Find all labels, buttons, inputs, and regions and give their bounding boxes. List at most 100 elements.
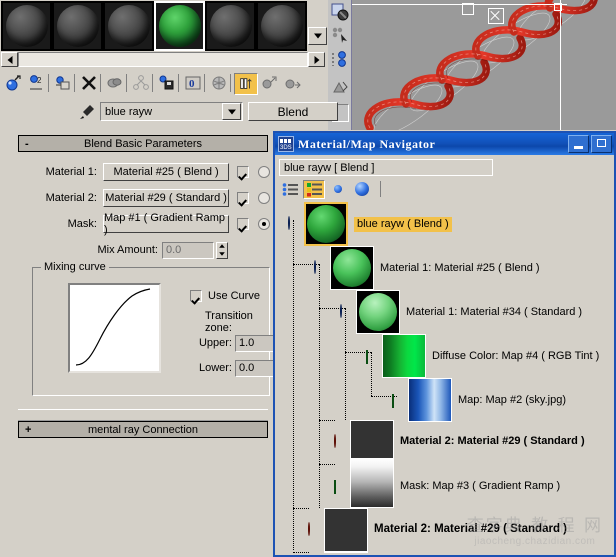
tree-item-label[interactable]: Material 2: Material #29 ( Standard ) — [400, 435, 585, 448]
tree-item-label[interactable]: Mask: Map #3 ( Gradient Ramp ) — [400, 480, 560, 493]
tree-item-label[interactable]: blue rayw ( Blend ) — [354, 217, 452, 232]
spinner-up-icon[interactable] — [219, 244, 225, 249]
mask-checkbox[interactable] — [237, 218, 250, 230]
navigator-title-bar[interactable]: 3DS Material/Map Navigator — [275, 133, 614, 155]
sample-slot-3[interactable] — [103, 1, 154, 51]
sample-slot-row[interactable] — [1, 1, 307, 51]
navigator-tree[interactable]: blue rayw ( Blend ) Material 1: Material… — [278, 202, 611, 553]
delete-material-icon[interactable] — [78, 73, 100, 93]
show-map-in-viewport-icon[interactable] — [208, 73, 230, 93]
rollout-toggle-icon[interactable]: + — [25, 424, 31, 436]
tree-item-label[interactable]: Material 1: Material #34 ( Standard ) — [406, 306, 582, 319]
rollout-mental-ray-connection[interactable]: + mental ray Connection — [18, 421, 268, 438]
mask-button[interactable]: Map #1 ( Gradient Ramp ) — [102, 212, 230, 236]
tree-row[interactable]: Material 2: Material #29 ( Standard ) — [278, 508, 611, 552]
viewport[interactable] — [328, 0, 616, 130]
mix-amount-spinner[interactable] — [216, 241, 228, 259]
scrollbar-track[interactable] — [18, 52, 308, 67]
sample-slot-6[interactable] — [256, 1, 307, 51]
go-forward-to-sibling-icon[interactable] — [282, 73, 304, 93]
view-small-icons-icon[interactable] — [327, 180, 349, 199]
material-node-icon-blue[interactable] — [340, 304, 353, 318]
tree-row[interactable]: Material 1: Material #34 ( Standard ) — [278, 290, 611, 334]
show-end-result-icon[interactable] — [234, 73, 258, 95]
slots-horizontal-scrollbar[interactable] — [1, 52, 325, 67]
upper-field[interactable]: 1.0 — [235, 334, 275, 352]
tree-item-label[interactable]: Material 2: Material #29 ( Standard ) — [374, 523, 567, 536]
map-node-icon-green[interactable] — [334, 480, 347, 494]
material-node-icon-red[interactable] — [334, 434, 347, 448]
rollout-blend-basic-parameters[interactable]: - Blend Basic Parameters — [18, 135, 268, 152]
align-icon[interactable] — [331, 50, 349, 68]
sample-slot-4-active[interactable] — [154, 1, 205, 51]
assign-to-selection-icon[interactable]: 2 — [26, 73, 48, 93]
material-swatch[interactable] — [324, 508, 368, 552]
mixing-curve-graph[interactable] — [68, 283, 161, 373]
get-material-icon[interactable] — [2, 73, 24, 93]
view-list-icons-icon[interactable] — [303, 179, 325, 199]
scroll-right-button[interactable] — [308, 52, 325, 67]
material-effects-channel-icon[interactable]: 0 — [182, 73, 204, 93]
tree-row[interactable]: Material 2: Material #29 ( Standard ) — [278, 420, 611, 464]
tree-item-label[interactable]: Diffuse Color: Map #4 ( RGB Tint ) — [432, 350, 599, 363]
material-1-button[interactable]: Material #25 ( Blend ) — [102, 163, 230, 181]
maximize-button[interactable] — [591, 135, 612, 153]
material-node-icon-blue[interactable] — [314, 260, 327, 274]
sample-slot-2[interactable] — [52, 1, 103, 51]
map-node-icon-green[interactable] — [392, 394, 405, 408]
material-2-button[interactable]: Material #29 ( Standard ) — [102, 189, 230, 207]
use-curve-checkbox[interactable] — [190, 290, 202, 302]
map-swatch[interactable] — [350, 458, 394, 508]
navigator-toolbar[interactable] — [279, 179, 610, 199]
mirror-icon[interactable] — [331, 78, 349, 96]
select-object-icon[interactable] — [331, 3, 349, 21]
map-node-icon-green[interactable] — [366, 350, 379, 364]
material-editor-toolbar[interactable]: 2 0 — [0, 70, 328, 96]
view-large-icons-icon[interactable] — [351, 180, 373, 199]
material-map-navigator-window[interactable]: 3DS Material/Map Navigator blue rayw [ B… — [273, 131, 616, 557]
material-1-checkbox[interactable] — [237, 166, 250, 178]
tree-row[interactable]: Mask: Map #3 ( Gradient Ramp ) — [278, 458, 611, 508]
put-to-library-icon[interactable] — [156, 73, 178, 93]
reset-map-icon[interactable] — [52, 73, 74, 93]
tree-row[interactable]: Mask: Map #1 ( Gradient Ramp ) — [278, 552, 611, 553]
material-swatch[interactable] — [356, 290, 400, 334]
lower-field[interactable]: 0.0 — [235, 359, 275, 377]
material-2-radio[interactable] — [258, 192, 271, 204]
map-swatch[interactable] — [408, 378, 452, 422]
tree-row[interactable]: Map: Map #2 (sky.jpg) — [278, 378, 611, 422]
scroll-left-button[interactable] — [1, 52, 18, 67]
material-1-radio[interactable] — [258, 166, 271, 178]
sample-slot-1[interactable] — [1, 1, 52, 51]
chevron-down-icon[interactable] — [222, 103, 241, 120]
make-material-copy-icon[interactable] — [104, 73, 126, 93]
map-swatch[interactable] — [382, 334, 426, 378]
mix-amount-field[interactable]: 0.0 — [162, 241, 214, 259]
minimize-button[interactable] — [568, 135, 589, 153]
tree-row[interactable]: Diffuse Color: Map #4 ( RGB Tint ) — [278, 334, 611, 378]
material-2-checkbox[interactable] — [237, 192, 250, 204]
slots-vertical-scrollbar[interactable] — [308, 1, 327, 51]
material-node-icon-red[interactable] — [308, 522, 321, 536]
tree-row[interactable]: Material 1: Material #25 ( Blend ) — [278, 246, 611, 290]
view-list-icon[interactable] — [279, 180, 301, 199]
make-unique-icon[interactable] — [130, 73, 152, 93]
scroll-down-button[interactable] — [308, 27, 327, 45]
go-to-parent-icon[interactable] — [258, 73, 280, 93]
material-name-combo[interactable]: blue rayw — [100, 102, 243, 121]
tree-row[interactable]: blue rayw ( Blend ) — [278, 202, 611, 246]
sample-slot-5[interactable] — [205, 1, 256, 51]
rollout-toggle-icon[interactable]: - — [25, 138, 29, 150]
tree-item-label[interactable]: Map: Map #2 (sky.jpg) — [458, 394, 566, 407]
material-swatch[interactable] — [330, 246, 374, 290]
eyedropper-pick-material-icon[interactable] — [78, 103, 96, 121]
select-by-name-icon[interactable] — [331, 26, 349, 44]
tree-item-label[interactable]: Material 1: Material #25 ( Blend ) — [380, 262, 540, 275]
spinner-down-icon[interactable] — [219, 251, 225, 256]
mask-radio[interactable] — [258, 218, 271, 230]
navigator-current-material-field[interactable]: blue rayw [ Blend ] — [279, 159, 493, 176]
material-swatch[interactable] — [304, 202, 348, 246]
material-node-icon-blue[interactable] — [288, 216, 301, 230]
material-type-button[interactable]: Blend — [248, 102, 338, 121]
map-swatch[interactable] — [324, 552, 368, 553]
